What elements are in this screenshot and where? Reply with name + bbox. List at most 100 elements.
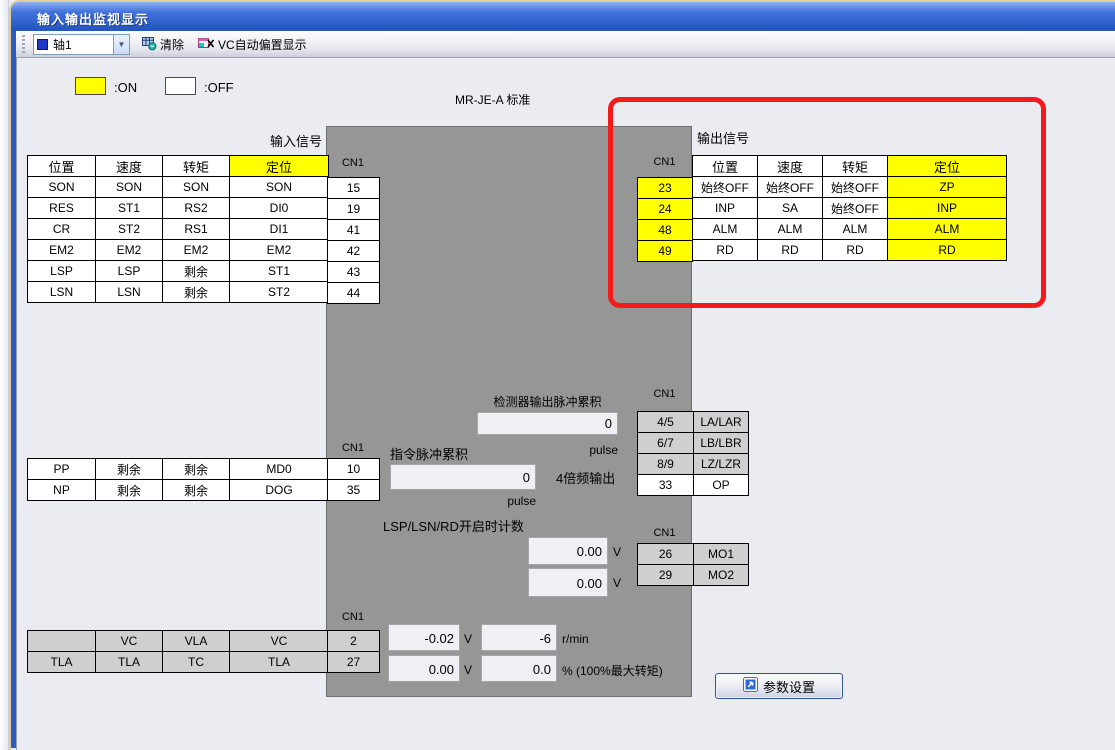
window-title: 输入输出监视显示	[37, 9, 149, 28]
header-cell: 速度	[96, 156, 163, 177]
table-row: 15	[328, 178, 380, 199]
signal-cell: LZ/LZR	[694, 454, 749, 475]
mdi-background-strip	[0, 0, 9, 750]
lsp-voltage-1: 0.00	[528, 537, 608, 565]
speed-readout-unit: r/min	[562, 632, 589, 646]
pin-cell: 27	[328, 652, 380, 673]
cell: 剩余	[163, 459, 230, 480]
pulse-pin-column: 10 35	[327, 458, 380, 501]
pin-cell: 15	[328, 178, 380, 199]
model-label: MR-JE-A 标准	[455, 91, 530, 108]
input-signal-table: 位置 速度 转矩 定位 SONSONSONSON RESST1RS2DI0 CR…	[27, 155, 329, 303]
axis-color-icon	[37, 39, 48, 50]
clear-icon	[141, 35, 157, 54]
cell: TC	[163, 652, 230, 673]
cell: ST2	[96, 219, 163, 240]
header-cell: 位置	[28, 156, 96, 177]
lsp-voltage-1-unit: V	[613, 545, 621, 559]
cell: LSN	[28, 282, 96, 303]
encoder-pin-table: 4/5LA/LAR 6/7LB/LBR 8/9LZ/LZR 33OP	[637, 411, 749, 496]
cell: EM2	[230, 240, 329, 261]
cell: LSP	[28, 261, 96, 282]
lsp-voltage-2-unit: V	[613, 576, 621, 590]
table-row: 19	[328, 199, 380, 220]
table-row: RESST1RS2DI0	[28, 198, 329, 219]
cell: ST2	[230, 282, 329, 303]
table-row: SONSONSONSON	[28, 177, 329, 198]
cell: VLA	[163, 631, 230, 652]
param-settings-label: 参数设置	[763, 677, 815, 696]
table-row: 41	[328, 220, 380, 241]
signal-cell: OP	[694, 475, 749, 496]
cell: RS2	[163, 198, 230, 219]
table-row: 43	[328, 262, 380, 283]
header-cell: 转矩	[163, 156, 230, 177]
pin-cell: 33	[638, 475, 694, 496]
cell: MD0	[230, 459, 329, 480]
input-signal-caption: 输入信号	[27, 131, 322, 150]
cell: CR	[28, 219, 96, 240]
cell: SON	[163, 177, 230, 198]
input-cn1-label: CN1	[327, 157, 379, 169]
encoder-pulse-unit: pulse	[477, 443, 618, 457]
cell: 剩余	[96, 459, 163, 480]
analog-voltage-2: 0.00	[388, 655, 460, 682]
table-row: CRST2RS1DI1	[28, 219, 329, 240]
vc-offset-button[interactable]: VC自动偏置显示	[195, 33, 310, 56]
table-row: PP剩余剩余MD0	[28, 459, 329, 480]
legend-off-swatch	[165, 77, 196, 95]
table-row: 35	[328, 480, 380, 501]
table-row: VCVLAVC	[28, 631, 329, 652]
cell: TLA	[96, 652, 163, 673]
pin-cell: 44	[328, 283, 380, 304]
dropdown-arrow-icon[interactable]: ▼	[113, 35, 129, 54]
cell: TLA	[28, 652, 96, 673]
clear-button[interactable]: 清除	[138, 33, 187, 56]
pin-cell: 26	[638, 544, 694, 565]
clear-button-label: 清除	[160, 36, 184, 53]
lsp-voltage-2: 0.00	[528, 568, 608, 597]
signal-cell: LB/LBR	[694, 433, 749, 454]
toolbar-grip[interactable]	[22, 35, 25, 53]
pulse-cn1-label: CN1	[327, 442, 379, 454]
cell: ST1	[96, 198, 163, 219]
input-header-row: 位置 速度 转矩 定位	[28, 156, 329, 177]
pulse-io-table: PP剩余剩余MD0 NP剩余剩余DOG	[27, 458, 329, 501]
torque-readout: 0.0	[481, 655, 557, 682]
monitor-canvas: :ON :OFF MR-JE-A 标准 输入信号 CN1 位置 速度 转矩 定位…	[16, 58, 1115, 750]
command-pulse-label: 指令脉冲累积	[390, 444, 468, 463]
command-pulse-unit: pulse	[390, 494, 536, 508]
pin-cell: 41	[328, 220, 380, 241]
cell: NP	[28, 480, 96, 501]
table-row: NP剩余剩余DOG	[28, 480, 329, 501]
cell: VC	[96, 631, 163, 652]
pin-cell: 29	[638, 565, 694, 586]
cell: DI1	[230, 219, 329, 240]
signal-cell: LA/LAR	[694, 412, 749, 433]
pin-cell: 2	[328, 631, 380, 652]
param-settings-button[interactable]: 参数设置	[715, 673, 843, 699]
cell: VC	[230, 631, 329, 652]
encoder-cn1-label: CN1	[637, 388, 692, 400]
table-row: 2	[328, 631, 380, 652]
analog-voltage-1: -0.02	[388, 624, 460, 651]
table-row: 27	[328, 652, 380, 673]
pin-cell: 4/5	[638, 412, 694, 433]
annotation-rectangle	[608, 97, 1046, 308]
axis-select[interactable]: 轴1 ▼	[33, 34, 130, 55]
analog-voltage-2-unit: V	[464, 663, 472, 677]
legend-off-label: :OFF	[204, 80, 234, 95]
table-row: EM2EM2EM2EM2	[28, 240, 329, 261]
cell: RS1	[163, 219, 230, 240]
table-row: 44	[328, 283, 380, 304]
axis-select-value: 轴1	[53, 36, 72, 53]
legend-on-label: :ON	[114, 80, 137, 95]
cell: SON	[96, 177, 163, 198]
cell: DI0	[230, 198, 329, 219]
cell-disabled	[28, 631, 96, 652]
input-pin-column: 15 19 41 42 43 44	[327, 177, 380, 304]
table-row: 33OP	[638, 475, 749, 496]
cell: 剩余	[163, 261, 230, 282]
cell: 剩余	[163, 282, 230, 303]
table-row: TLATLATCTLA	[28, 652, 329, 673]
